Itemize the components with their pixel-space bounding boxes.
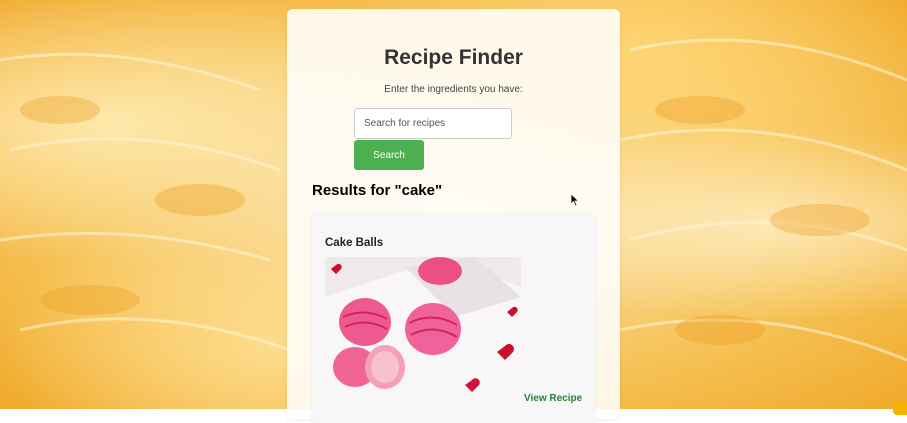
results-heading: Results for "cake" (312, 182, 443, 199)
view-recipe-link[interactable]: View Recipe (524, 393, 582, 404)
recipe-card: Cake Balls View Recipe (312, 213, 595, 423)
search-card: Recipe Finder Enter the ingredients you … (287, 9, 620, 423)
corner-badge-icon (893, 401, 907, 415)
search-button[interactable]: Search (354, 140, 424, 170)
page-title: Recipe Finder (384, 46, 523, 69)
ingredients-prompt: Enter the ingredients you have: (384, 84, 523, 95)
recipe-title: Cake Balls (325, 237, 384, 249)
search-input[interactable] (354, 108, 512, 139)
recipe-image[interactable] (325, 257, 521, 402)
mouse-cursor-icon (570, 193, 580, 207)
